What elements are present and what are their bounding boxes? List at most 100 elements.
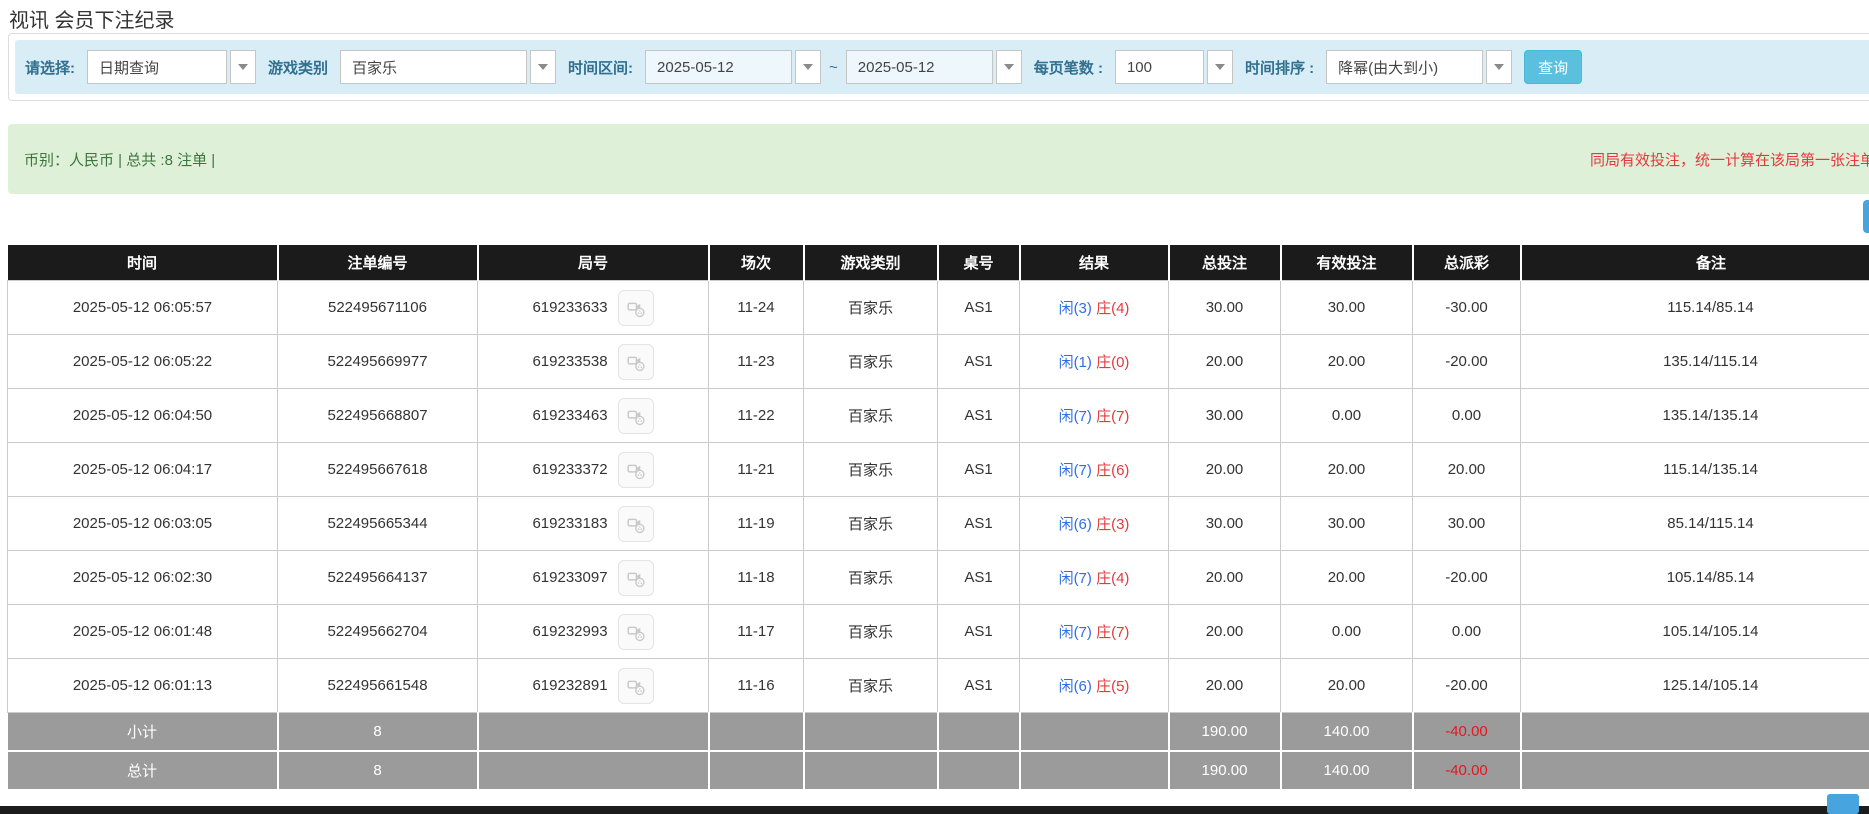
round-number: 619233372 <box>532 461 607 478</box>
video-record-icon[interactable] <box>618 614 654 650</box>
cell-bet-id: 522495667618 <box>278 443 478 497</box>
video-record-icon[interactable] <box>618 560 654 596</box>
cell-game-type: 百家乐 <box>804 659 938 713</box>
cell-time: 2025-05-12 06:04:50 <box>8 389 278 443</box>
game-category-select[interactable]: 百家乐 <box>340 50 556 84</box>
cell-total-bet[interactable]: 20.00 <box>1169 659 1281 713</box>
cell-total-bet[interactable]: 20.00 <box>1169 443 1281 497</box>
column-header-session: 场次 <box>709 245 804 281</box>
cell-session: 11-18 <box>709 551 804 605</box>
video-record-icon[interactable] <box>618 452 654 488</box>
date-from-picker[interactable]: 2025-05-12 <box>645 50 821 84</box>
cell-result <box>1020 751 1169 790</box>
page-size-select[interactable]: 100 <box>1115 50 1233 84</box>
column-header-bet-id: 注单编号 <box>278 245 478 281</box>
cell-total-bet[interactable]: 20.00 <box>1169 551 1281 605</box>
result-player: 闲(6) <box>1059 678 1092 695</box>
bet-records-table: 时间注单编号局号场次游戏类别桌号结果总投注有效投注总派彩备注 2025-05-1… <box>7 245 1869 791</box>
cell-game-type: 百家乐 <box>804 281 938 335</box>
table-row: 2025-05-12 06:02:30522495664137619233097… <box>8 551 1869 605</box>
cell-valid-bet: 30.00 <box>1281 497 1413 551</box>
cell-round: 619233183 <box>478 497 709 551</box>
cell-table-no <box>938 713 1020 752</box>
cell-sum-count: 8 <box>278 751 478 790</box>
sort-order-value[interactable]: 降幂(由大到小) <box>1326 50 1483 84</box>
valid-bet-note: 同局有效投注，统一计算在该局第一张注单中 <box>1590 149 1869 170</box>
cell-valid-bet: 20.00 <box>1281 443 1413 497</box>
date-to-picker[interactable]: 2025-05-12 <box>846 50 1022 84</box>
video-record-icon[interactable] <box>618 398 654 434</box>
date-from-value[interactable]: 2025-05-12 <box>645 50 792 84</box>
date-to-value[interactable]: 2025-05-12 <box>846 50 993 84</box>
table-row: 2025-05-12 06:04:17522495667618619233372… <box>8 443 1869 497</box>
chevron-down-icon[interactable] <box>530 50 556 84</box>
cell-bet-id: 522495665344 <box>278 497 478 551</box>
video-record-icon[interactable] <box>618 506 654 542</box>
column-header-game-type: 游戏类别 <box>804 245 938 281</box>
result-player: 闲(1) <box>1059 354 1092 371</box>
grand-total-row: 总计8190.00140.00-40.00 <box>8 751 1869 790</box>
column-header-result: 结果 <box>1020 245 1169 281</box>
page-title: 视讯 会员下注纪录 <box>9 4 175 33</box>
sort-order-label: 时间排序 : <box>1245 57 1314 78</box>
cell-payout: -30.00 <box>1413 281 1521 335</box>
cell-session: 11-22 <box>709 389 804 443</box>
cell-round: 619233463 <box>478 389 709 443</box>
query-button[interactable]: 查询 <box>1524 50 1582 84</box>
tilde-separator: ~ <box>829 59 838 76</box>
page-size-value[interactable]: 100 <box>1115 50 1204 84</box>
cell-session: 11-21 <box>709 443 804 497</box>
cell-game-type: 百家乐 <box>804 605 938 659</box>
result-player: 闲(7) <box>1059 624 1092 641</box>
chevron-down-icon[interactable] <box>230 50 256 84</box>
cell-total-bet[interactable]: 30.00 <box>1169 281 1281 335</box>
chevron-down-icon[interactable] <box>795 50 821 84</box>
cell-table-no: AS1 <box>938 497 1020 551</box>
video-record-icon[interactable] <box>618 344 654 380</box>
cutoff-button-bottom-right[interactable] <box>1827 794 1859 814</box>
cell-payout: -20.00 <box>1413 551 1521 605</box>
table-row: 2025-05-12 06:04:50522495668807619233463… <box>8 389 1869 443</box>
filter-panel: 请选择: 日期查询 游戏类别 百家乐 时间区间: 2025-05-12 ~ 20… <box>8 33 1869 101</box>
cell-time: 2025-05-12 06:01:48 <box>8 605 278 659</box>
query-type-label: 请选择: <box>25 57 75 78</box>
cell-total-bet[interactable]: 20.00 <box>1169 335 1281 389</box>
cell-valid-bet: 0.00 <box>1281 605 1413 659</box>
cell-remark <box>1521 751 1869 790</box>
cell-table-no <box>938 751 1020 790</box>
subtotal-row: 小计8190.00140.00-40.00 <box>8 713 1869 752</box>
cell-total-bet: 190.00 <box>1169 713 1281 752</box>
cell-total-bet[interactable]: 30.00 <box>1169 389 1281 443</box>
query-type-value[interactable]: 日期查询 <box>87 50 227 84</box>
cell-session: 11-16 <box>709 659 804 713</box>
game-category-value[interactable]: 百家乐 <box>340 50 527 84</box>
cell-sum-label: 小计 <box>8 713 278 752</box>
column-header-total-bet: 总投注 <box>1169 245 1281 281</box>
sort-order-select[interactable]: 降幂(由大到小) <box>1326 50 1512 84</box>
cell-result <box>1020 713 1169 752</box>
cell-round: 619233538 <box>478 335 709 389</box>
cell-total-bet[interactable]: 20.00 <box>1169 605 1281 659</box>
cell-result: 闲(7) 庄(7) <box>1020 605 1169 659</box>
cell-session <box>709 713 804 752</box>
cell-total-bet[interactable]: 30.00 <box>1169 497 1281 551</box>
round-number: 619233183 <box>532 515 607 532</box>
cell-payout: -40.00 <box>1413 751 1521 790</box>
chevron-down-icon[interactable] <box>996 50 1022 84</box>
video-record-icon[interactable] <box>618 668 654 704</box>
cell-time: 2025-05-12 06:05:57 <box>8 281 278 335</box>
cell-bet-id: 522495662704 <box>278 605 478 659</box>
cell-valid-bet: 140.00 <box>1281 713 1413 752</box>
video-record-icon[interactable] <box>618 290 654 326</box>
game-category-label: 游戏类别 <box>268 57 328 78</box>
chevron-down-icon[interactable] <box>1207 50 1233 84</box>
query-type-select[interactable]: 日期查询 <box>87 50 256 84</box>
cell-result: 闲(7) 庄(6) <box>1020 443 1169 497</box>
result-player: 闲(7) <box>1059 570 1092 587</box>
table-row: 2025-05-12 06:01:48522495662704619232993… <box>8 605 1869 659</box>
cell-game-type: 百家乐 <box>804 551 938 605</box>
cutoff-button-top-right[interactable] <box>1863 200 1869 233</box>
cell-table-no: AS1 <box>938 551 1020 605</box>
cell-valid-bet: 20.00 <box>1281 551 1413 605</box>
chevron-down-icon[interactable] <box>1486 50 1512 84</box>
